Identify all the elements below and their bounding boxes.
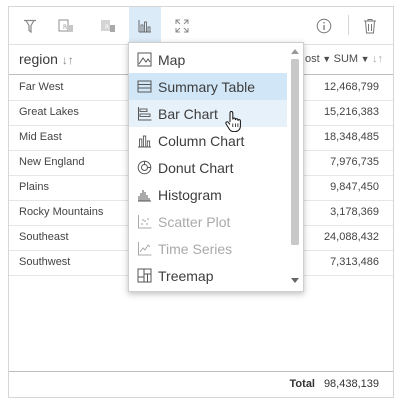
menu-item-column-chart[interactable]: Column Chart	[129, 127, 287, 154]
menu-item-label: Summary Table	[158, 78, 256, 95]
chevron-down-icon[interactable]: ▼	[358, 54, 372, 64]
menu-item-summary-table[interactable]: Summary Table	[129, 73, 287, 100]
maximize-button[interactable]	[167, 7, 197, 44]
region-cell: Southwest	[19, 256, 71, 268]
flip-card-button[interactable]: R	[51, 7, 81, 44]
flip-card-icon: R	[58, 18, 73, 32]
menu-item-label: Time Series	[158, 240, 233, 257]
region-cell: Rocky Mountains	[19, 206, 104, 218]
chevron-down-icon[interactable]: ▼	[320, 54, 334, 64]
menu-item-label: Scatter Plot	[158, 213, 231, 230]
sum-cell: 3,178,369	[330, 206, 379, 218]
region-cell: Great Lakes	[19, 106, 79, 118]
sum-cell: 18,348,485	[323, 131, 379, 143]
sort-icon[interactable]: ↓↑	[372, 53, 383, 65]
column-chart-icon	[136, 133, 152, 149]
total-value: 98,438,139	[323, 378, 379, 390]
sum-cell: 24,088,432	[323, 231, 379, 243]
filter-button[interactable]	[15, 7, 45, 44]
bar-chart-type-icon	[138, 19, 151, 32]
action-button[interactable]: R	[93, 7, 123, 44]
sum-cell: 9,847,450	[330, 181, 379, 193]
scrollbar-thumb[interactable]	[291, 59, 299, 245]
menu-item-histogram[interactable]: Histogram	[129, 181, 287, 208]
svg-text:R: R	[105, 24, 109, 31]
visualization-type-menu: Map Summary Table Bar Chart Column Chart…	[128, 42, 304, 292]
histogram-icon	[136, 187, 152, 203]
summary-table-icon	[136, 79, 152, 95]
menu-item-treemap[interactable]: Treemap	[129, 262, 287, 289]
scroll-up-icon[interactable]	[291, 49, 299, 54]
scatter-plot-icon	[136, 214, 152, 230]
menu-item-scatter-plot: Scatter Plot	[129, 208, 287, 235]
sum-cell: 7,313,486	[330, 256, 379, 268]
region-cell: Far West	[19, 81, 64, 93]
sort-ascending-icon[interactable]: ↓↑	[62, 53, 74, 67]
card-toolbar: R R	[9, 7, 393, 45]
region-cell: Plains	[19, 181, 49, 193]
menu-item-label: Histogram	[158, 186, 222, 203]
donut-chart-icon	[136, 160, 152, 176]
menu-item-time-series: Time Series	[129, 235, 287, 262]
menu-item-bar-chart[interactable]: Bar Chart	[129, 100, 287, 127]
region-cell: Mid East	[19, 131, 62, 143]
trash-icon	[364, 18, 376, 33]
delete-button[interactable]	[355, 7, 385, 44]
sum-label: SUM	[333, 53, 359, 65]
action-icon: R	[101, 19, 115, 32]
stat-label: ost	[305, 53, 320, 65]
menu-item-label: Map	[158, 51, 186, 68]
toolbar-divider	[348, 15, 349, 35]
bar-chart-icon	[136, 106, 152, 122]
hand-pointer-cursor	[224, 110, 242, 137]
sum-cell: 15,216,383	[323, 106, 379, 118]
menu-item-label: Treemap	[158, 267, 214, 284]
info-button[interactable]	[309, 7, 339, 44]
info-icon	[316, 18, 332, 33]
menu-scrollbar[interactable]	[289, 47, 301, 285]
map-icon	[136, 52, 152, 68]
menu-item-label: Donut Chart	[158, 159, 234, 176]
filter-icon	[24, 19, 36, 33]
menu-item-donut-chart[interactable]: Donut Chart	[129, 154, 287, 181]
region-column-header[interactable]: region ↓↑	[19, 51, 74, 67]
treemap-icon	[136, 268, 152, 284]
table-total-row: Total 98,438,139	[9, 371, 393, 397]
statistic-column-header[interactable]: ost ▼ SUM ▼ ↓↑	[305, 53, 383, 65]
menu-item-label: Bar Chart	[158, 105, 218, 122]
scroll-down-icon[interactable]	[291, 278, 299, 283]
maximize-icon	[175, 19, 189, 32]
svg-text:R: R	[63, 24, 67, 31]
menu-item-map[interactable]: Map	[129, 46, 287, 73]
visualization-type-button[interactable]	[129, 7, 161, 44]
sum-cell: 12,468,799	[323, 81, 379, 93]
total-label: Total	[289, 378, 315, 390]
region-header-label: region	[19, 51, 58, 67]
region-cell: New England	[19, 156, 85, 168]
region-cell: Southeast	[19, 231, 69, 243]
sum-cell: 7,976,735	[330, 156, 379, 168]
time-series-icon	[136, 241, 152, 257]
